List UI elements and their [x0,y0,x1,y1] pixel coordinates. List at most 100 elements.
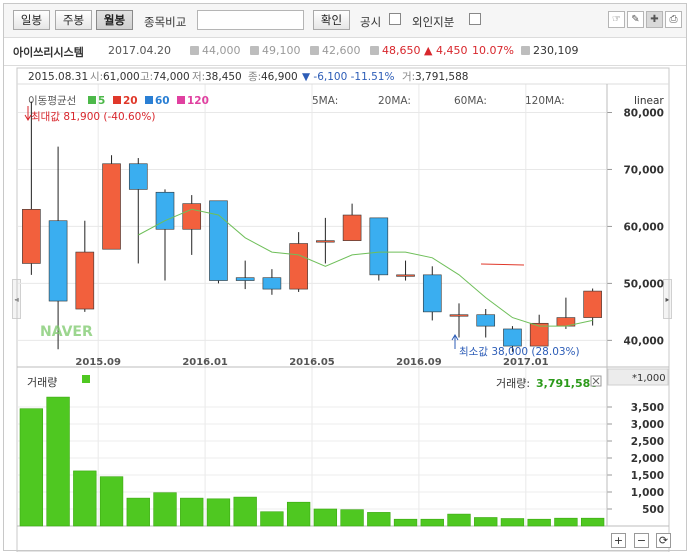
time-tick-label: 2016.01 [182,357,228,368]
volume-bar [340,509,364,527]
volume-value-label: 거래량: [496,377,530,390]
ohlc-open-label: 시: [90,71,103,83]
price-tick-label: 40,000 [623,335,664,347]
volume-bar [73,470,97,527]
ohlc-close: 46,900 [261,71,298,83]
ma20-line [480,263,525,266]
volume-tick-label: 2,500 [631,436,664,448]
chart-frame: 일봉 주봉 월봉 종목비교 확인 공시 외인지분 ☞ ✎ ✚ ⎙ 아이쓰리시스템… [3,3,687,552]
volume-bar [260,511,284,527]
candle [75,220,95,312]
volume-tick-label: 2,000 [631,453,664,465]
time-tick-label: 2016.09 [396,357,442,368]
candle [396,260,415,281]
volume-bar [500,518,525,527]
volume-bar [46,396,70,527]
candle [342,203,362,241]
ohlc-close-label: 종: [248,71,261,83]
volume-bar [99,476,124,527]
ma-header-label: 5MA: [312,95,338,107]
candle [289,232,308,292]
volume-value: 3,791,588 [536,377,598,390]
max-label: 최대값 81,900 (-40.60%) [31,111,155,123]
volume-tick-label: 1,500 [631,470,664,482]
candle [262,269,282,295]
volume-tick-label: 1,000 [631,487,664,499]
chart-canvas: 2015.08.31 시: 61,000 고: 74,000 저: 38,450… [16,67,670,552]
volume-bar [554,517,578,527]
candle [422,266,442,321]
candle [182,195,202,255]
price-tick-label: 60,000 [623,221,664,233]
volume-bar [126,497,150,527]
candle [449,303,469,338]
ma-legend-label: 5 [98,95,105,107]
ohlc-low: 38,450 [205,71,242,83]
ma-header-label: 60MA: [454,95,487,107]
volume-tick-label: 3,000 [631,419,664,431]
zoom-in-button[interactable]: + [611,533,626,548]
time-tick-label: 2015.09 [75,357,121,368]
ohlc-high: 74,000 [153,71,190,83]
ma-legend-swatch [88,96,96,104]
volume-bar [527,518,551,527]
candle [22,101,41,275]
time-tick-label: 2016.05 [289,357,335,368]
candle [369,217,389,281]
volume-legend-swatch [82,375,90,383]
ma-legend-swatch [145,96,153,104]
volume-bar [313,508,338,527]
time-tick-label: 2017.01 [503,357,549,368]
volume-bar [420,518,444,527]
candle [316,217,335,264]
volume-bar [474,517,498,527]
ohlc-volume: 3,791,588 [415,71,468,83]
ohlc-low-label: 저: [192,71,205,83]
ohlc-open: 61,000 [103,71,140,83]
refresh-button[interactable]: ⟳ [656,533,671,548]
price-tick-label: 70,000 [623,164,664,176]
volume-close-icon[interactable] [590,375,602,387]
min-label: 최소값 38,000 (28.03%) [459,346,580,358]
volume-bar [19,408,44,527]
ohlc-change: ▼ -6,100 -11.51% [302,71,394,83]
volume-unit: *1,000 [632,373,666,384]
volume-bar [206,498,231,527]
price-tick-label: 50,000 [623,278,664,290]
volume-bar [180,497,204,527]
volume-bar [580,517,605,527]
ma-legend-swatch [113,96,121,104]
ma-legend-label: 20 [123,95,138,107]
candle [583,288,602,326]
price-tick-label: 80,000 [623,107,664,119]
ma-header-label: 120MA: [525,95,565,107]
volume-panel-title: 거래량 [27,376,57,389]
volume-bar [233,496,257,527]
volume-bar [367,512,391,527]
volume-bar [153,492,177,527]
ma-legend-swatch [177,96,185,104]
zoom-out-button[interactable]: − [634,533,649,548]
volume-tick-label: 500 [642,504,664,516]
ma-legend-title: 이동평균선 [28,95,76,107]
max-annotation: 최대값 81,900 (-40.60%) [24,106,155,123]
volume-bar [286,501,311,527]
volume-bar [393,518,418,527]
candle [476,309,496,338]
ma-header-label: 20MA: [378,95,411,107]
ma-legend-label: 120 [187,95,209,107]
candle [128,158,148,264]
candle [235,260,255,290]
ohlc-date: 2015.08.31 [28,71,88,83]
naver-watermark: NAVER [40,324,93,340]
candle [529,314,549,347]
scale-label: linear [634,95,664,107]
volume-tick-label: 3,500 [631,402,664,414]
ohlc-high-label: 고: [140,71,153,83]
candle [48,146,68,350]
volume-bar [447,513,471,527]
ohlc-volume-label: 거: [402,71,415,83]
ma-legend-label: 60 [155,95,170,107]
candle [155,189,175,281]
candle [102,155,121,250]
